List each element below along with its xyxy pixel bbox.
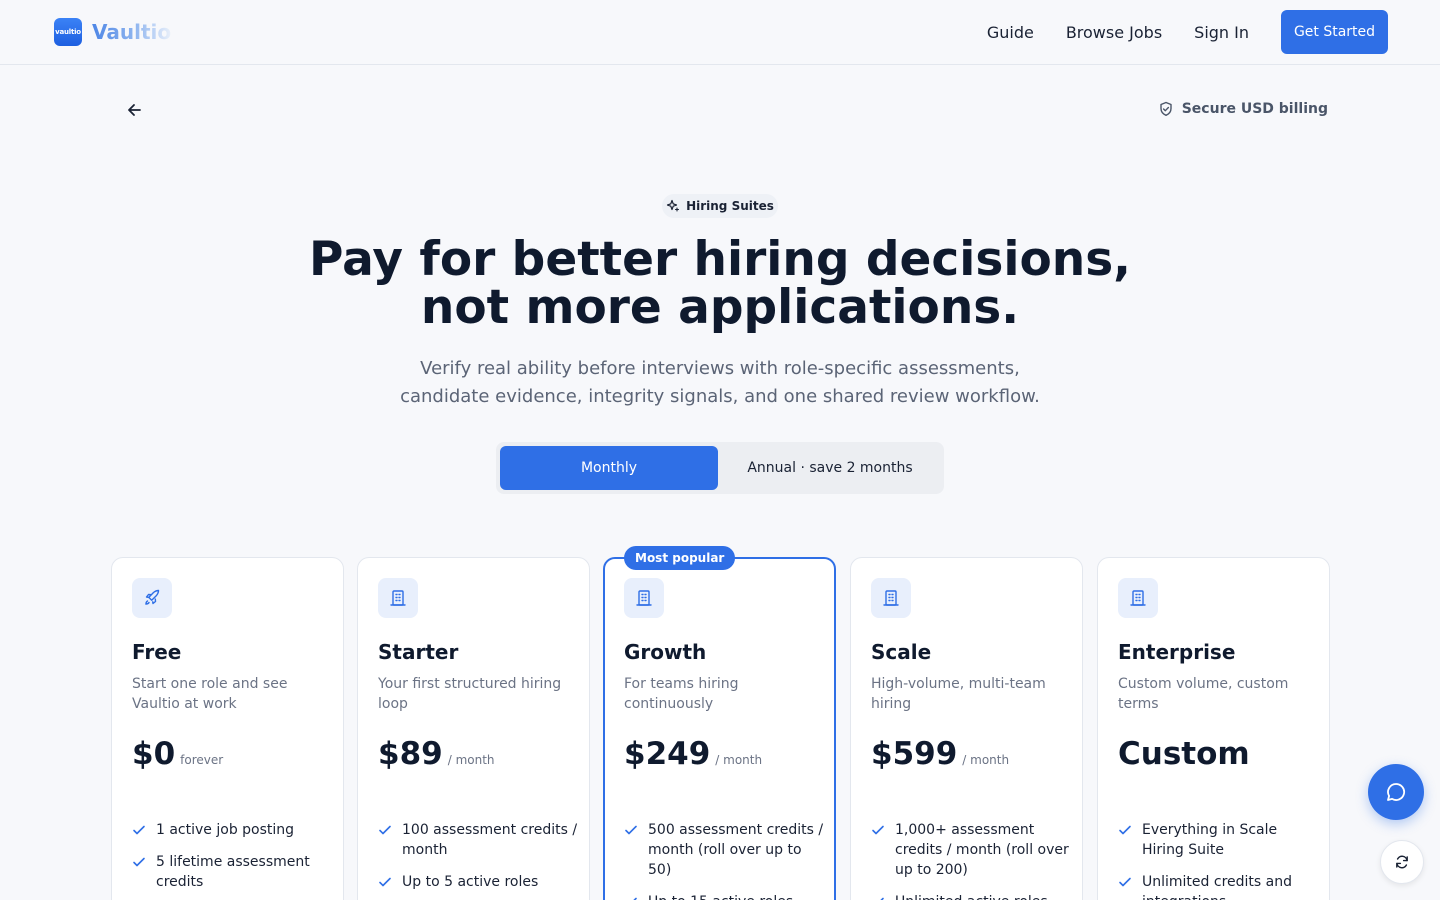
feature-label: Up to 15 active roles	[648, 892, 793, 900]
chat-button[interactable]	[1368, 764, 1424, 820]
feature-label: 1 active job posting	[156, 822, 295, 838]
plan-price-period: forever	[180, 753, 224, 767]
brand-name: Vaultio	[92, 20, 172, 44]
nav-link-sign-in[interactable]: Sign In	[1194, 23, 1249, 43]
nav-link-guide[interactable]: Guide	[987, 23, 1034, 43]
feature-label: Unlimited credits and integrations	[1142, 874, 1292, 900]
feature-item: 100 assessment credits / month	[378, 820, 578, 860]
feature-item: Unlimited active roles	[871, 892, 1071, 900]
billing-annual-option[interactable]: Annual · save 2 months	[720, 446, 940, 490]
building-icon	[378, 578, 418, 618]
shield-check-icon	[1160, 101, 1172, 116]
page-subtitle: Verify real ability before interviews wi…	[400, 358, 1040, 407]
chat-bubble-icon	[1387, 783, 1405, 801]
plan-features: Everything in Scale Hiring Suite Unlimit…	[1118, 820, 1318, 900]
plan-name: Scale	[871, 640, 932, 664]
plan-description: Start one role and see Vaultio at work	[132, 676, 288, 712]
pill-label: Hiring Suites	[686, 199, 774, 213]
plan-price-amount: $599	[871, 736, 958, 772]
plan-description: For teams hiring continuously	[624, 676, 739, 712]
refresh-button[interactable]	[1380, 840, 1424, 884]
feature-label: Unlimited active roles	[895, 892, 1048, 900]
most-popular-badge: Most popular	[624, 546, 736, 570]
feature-label: 1,000+ assessment credits / month (roll …	[895, 822, 1069, 878]
page-title-line-2: not more applications.	[420, 280, 1020, 335]
plan-features: 1,000+ assessment credits / month (roll …	[871, 820, 1071, 900]
billing-period-toggle: Monthly Annual · save 2 months	[496, 442, 944, 494]
get-started-button[interactable]: Get Started	[1281, 10, 1388, 54]
hiring-suites-pill: Hiring Suites	[662, 194, 778, 218]
feature-item: 1,000+ assessment credits / month (roll …	[871, 820, 1071, 880]
page-title-line-1: Pay for better hiring decisions,	[308, 232, 1132, 287]
check-icon	[133, 857, 145, 867]
check-icon	[625, 825, 637, 835]
plan-price: $89 / month	[378, 736, 495, 772]
rocket-icon	[132, 578, 172, 618]
plan-description: Custom volume, custom terms	[1118, 676, 1289, 712]
feature-item: Up to 15 active roles	[624, 892, 824, 900]
plan-price: Custom	[1118, 736, 1250, 772]
plan-name: Starter	[378, 640, 459, 664]
check-icon	[1119, 825, 1131, 835]
check-icon	[880, 897, 884, 900]
feature-item: 1 active job posting	[132, 820, 332, 840]
check-icon	[1119, 877, 1131, 887]
refresh-icon	[1396, 855, 1408, 869]
page-title: Pay for better hiring decisions, not mor…	[0, 236, 1440, 332]
plan-price-amount: $89	[378, 736, 443, 772]
billing-monthly-option[interactable]: Monthly	[500, 446, 718, 490]
plan-card-starter[interactable]: Starter Your first structured hiring loo…	[357, 557, 590, 900]
plan-description: High-volume, multi-team hiring	[871, 676, 1046, 712]
building-icon	[1118, 578, 1158, 618]
plan-price-period: / month	[962, 753, 1010, 767]
feature-item: 5 lifetime assessment credits	[132, 852, 332, 892]
secure-billing-label: Secure USD billing	[1181, 101, 1328, 117]
plan-card-growth[interactable]: Most popular Growth For teams hiring con…	[603, 546, 836, 900]
plan-price: $599 / month	[871, 736, 1009, 772]
plan-price: $0 forever	[132, 736, 223, 772]
check-icon	[379, 877, 391, 887]
feature-item: Up to 5 active roles	[378, 872, 578, 892]
building-icon	[624, 578, 664, 618]
feature-item: Unlimited credits and integrations	[1118, 872, 1318, 900]
plan-name: Free	[132, 640, 182, 664]
check-icon	[379, 825, 391, 835]
plan-features: 500 assessment credits / month (roll ove…	[624, 820, 824, 900]
check-icon	[872, 825, 884, 835]
arrow-left-icon[interactable]	[124, 100, 144, 120]
top-navigation-bar: vaultio Vaultio Guide Browse Jobs Sign I…	[0, 0, 1440, 65]
building-icon	[871, 578, 911, 618]
feature-label: Up to 5 active roles	[402, 874, 539, 890]
feature-label: 500 assessment credits / month (roll ove…	[648, 822, 824, 878]
plan-price-period: / month	[447, 753, 495, 767]
plan-card-scale[interactable]: Scale High-volume, multi-team hiring $59…	[850, 557, 1083, 900]
plan-price-period: / month	[715, 753, 763, 767]
brand-logo[interactable]: vaultio Vaultio	[54, 18, 171, 46]
feature-item: Everything in Scale Hiring Suite	[1118, 820, 1318, 860]
feature-item: 500 assessment credits / month (roll ove…	[624, 820, 824, 880]
plan-features: 1 active job posting 5 lifetime assessme…	[132, 820, 332, 900]
plan-price-amount: $249	[624, 736, 711, 772]
secure-billing-note: Secure USD billing	[1158, 101, 1328, 117]
check-icon	[633, 897, 637, 900]
plan-price-amount: $0	[132, 736, 176, 772]
plan-price-amount: Custom	[1118, 736, 1250, 772]
sparkles-icon	[666, 199, 680, 212]
primary-nav: Guide Browse Jobs Sign In Get Started	[955, 10, 1388, 54]
logo-icon: vaultio	[54, 18, 82, 46]
plan-description: Your first structured hiring loop	[378, 676, 562, 712]
plan-card-free[interactable]: Free Start one role and see Vaultio at w…	[111, 557, 344, 900]
nav-link-browse-jobs[interactable]: Browse Jobs	[1066, 23, 1162, 43]
plan-price: $249 / month	[624, 736, 762, 772]
plan-features: 100 assessment credits / month Up to 5 a…	[378, 820, 578, 900]
plan-name: Growth	[624, 640, 707, 664]
feature-label: Everything in Scale Hiring Suite	[1142, 822, 1278, 858]
feature-label: 100 assessment credits / month	[402, 822, 578, 858]
plan-name: Enterprise	[1118, 640, 1236, 664]
check-icon	[133, 825, 145, 835]
feature-label: 5 lifetime assessment credits	[156, 854, 310, 890]
plan-card-enterprise[interactable]: Enterprise Custom volume, custom terms C…	[1097, 557, 1330, 900]
